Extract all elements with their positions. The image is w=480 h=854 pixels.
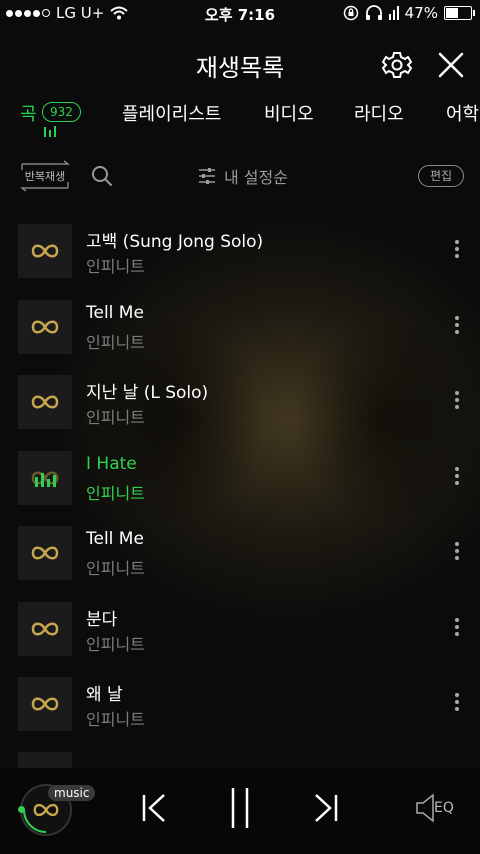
repeat-label: 반복재생 <box>24 170 66 183</box>
status-bar: LG U+ 오후 7:16 47% <box>0 0 480 26</box>
list-item[interactable]: Tell Me 인피니트 <box>0 298 480 374</box>
infinity-logo-icon <box>33 803 59 817</box>
list-item[interactable]: 고백 (Sung Jong Solo) 인피니트 <box>0 222 480 298</box>
album-thumbnail <box>18 450 72 505</box>
song-artist: 인피니트 <box>86 408 145 427</box>
tab-songs-label: 곡 <box>20 104 37 125</box>
now-playing-indicator-icon <box>44 126 56 137</box>
tab-video[interactable]: 비디오 <box>264 100 314 126</box>
more-options-icon[interactable] <box>452 315 462 338</box>
song-title: Tell Me <box>86 302 144 323</box>
tab-bar: 곡 932 플레이리스트 비디오 라디오 어학 <box>0 96 480 140</box>
tab-playlist[interactable]: 플레이리스트 <box>122 100 221 126</box>
tab-language[interactable]: 어학 <box>446 100 479 126</box>
progress-dot <box>18 806 25 813</box>
eq-label: EQ <box>434 800 454 816</box>
pause-icon[interactable] <box>228 786 252 830</box>
tab-radio[interactable]: 라디오 <box>354 100 404 126</box>
previous-track-icon[interactable] <box>140 792 168 824</box>
list-item[interactable]: 지난 날 (L Solo) 인피니트 <box>0 373 480 449</box>
song-artist: 인피니트 <box>86 257 145 276</box>
sort-label: 내 설정순 <box>224 168 288 187</box>
next-track-icon[interactable] <box>312 792 340 824</box>
more-options-icon[interactable] <box>452 542 462 564</box>
more-options-icon[interactable] <box>452 240 462 262</box>
infinity-logo-icon <box>31 395 59 409</box>
header: 재생목록 <box>0 40 480 90</box>
song-artist: 인피니트 <box>86 634 145 654</box>
song-title: 고백 (Sung Jong Solo) <box>86 232 264 252</box>
song-artist: 인피니트 <box>86 710 145 729</box>
edit-button[interactable]: 편집 <box>418 165 464 187</box>
signal-bars-icon <box>388 6 399 20</box>
list-item[interactable]: Tell Me 인피니트 <box>0 524 480 600</box>
player-bar: music EQ <box>0 768 480 854</box>
song-title: 왜 날 <box>86 685 123 705</box>
album-thumbnail <box>18 601 72 656</box>
song-title: 분다 <box>86 609 118 630</box>
song-title: I Hate <box>86 453 137 474</box>
list-toolbar: 반복재생 내 설정순 편집 <box>0 158 480 198</box>
repeat-button[interactable]: 반복재생 <box>18 160 72 192</box>
more-options-icon[interactable] <box>452 693 462 715</box>
song-title: 지난 날 (L Solo) <box>86 383 209 403</box>
sliders-icon <box>199 168 215 184</box>
gear-icon[interactable] <box>380 48 414 82</box>
song-title: Tell Me <box>86 529 144 549</box>
infinity-logo-icon <box>31 697 59 711</box>
album-thumbnail <box>18 299 72 354</box>
list-item[interactable]: 분다 인피니트 <box>0 600 480 676</box>
album-thumbnail <box>18 677 72 731</box>
eq-button[interactable]: EQ <box>414 792 464 824</box>
infinity-logo-icon <box>31 244 59 258</box>
album-thumbnail <box>18 375 72 429</box>
equalizer-playing-icon <box>35 472 56 487</box>
song-artist: 인피니트 <box>86 483 145 503</box>
song-list: 고백 (Sung Jong Solo) 인피니트 Tell Me 인피니트 지난… <box>0 222 480 751</box>
sort-button[interactable]: 내 설정순 <box>198 164 288 188</box>
rotation-lock-icon <box>343 5 358 21</box>
album-thumbnail <box>18 526 72 580</box>
music-badge: music <box>48 785 96 801</box>
song-artist: 인피니트 <box>86 332 145 352</box>
more-options-icon[interactable] <box>452 466 462 489</box>
battery-icon <box>444 6 475 20</box>
song-count-badge: 932 <box>42 102 81 122</box>
list-item-now-playing[interactable]: I Hate 인피니트 <box>0 449 480 525</box>
infinity-logo-icon <box>31 622 59 635</box>
infinity-logo-icon <box>31 546 59 560</box>
song-artist: 인피니트 <box>86 559 145 578</box>
tab-songs[interactable]: 곡 <box>20 100 37 126</box>
infinity-logo-icon <box>31 320 59 333</box>
battery-percent: 47% <box>404 4 438 22</box>
album-thumbnail <box>18 224 72 278</box>
more-options-icon[interactable] <box>452 391 462 413</box>
search-icon[interactable] <box>90 164 114 188</box>
headphones-icon <box>365 5 382 20</box>
close-icon[interactable] <box>434 48 468 82</box>
list-item[interactable]: 왜 날 인피니트 <box>0 675 480 751</box>
more-options-icon[interactable] <box>452 617 462 640</box>
